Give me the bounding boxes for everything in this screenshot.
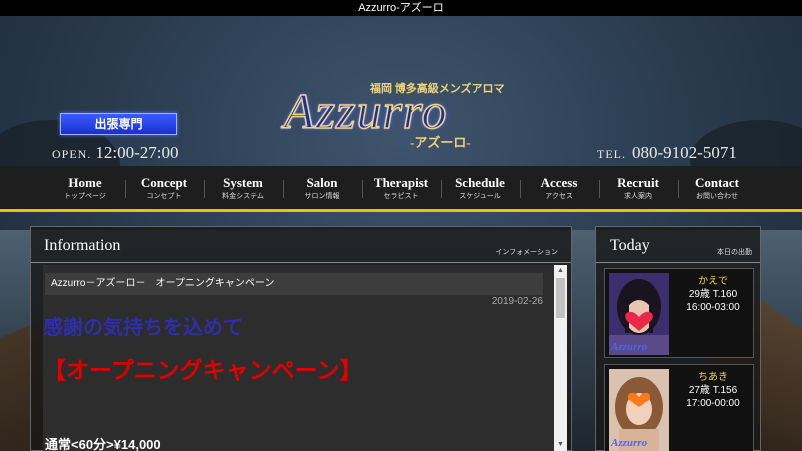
nav-sublabel: コンセプト <box>146 193 182 200</box>
nav-item-schedule[interactable]: Schedule スケジュール <box>440 166 520 209</box>
site-header: 出張専門 OPEN. 12:00-27:00 福岡 博多高級メンズアロマ Azzu… <box>0 16 802 166</box>
today-header: Today 本日の出勤 <box>596 227 760 263</box>
scroll-up-arrow-icon[interactable]: ▲ <box>554 265 567 277</box>
therapist-info: ちあき 27歳 T.156 17:00-00:00 <box>675 371 751 410</box>
vertical-scrollbar[interactable]: ▲ ▼ <box>554 265 567 451</box>
therapist-info: かえで 29歳 T.160 16:00-03:00 <box>675 275 751 314</box>
window-title: Azzurro-アズーロ <box>0 0 802 16</box>
information-scroll-area[interactable]: Azzurro－アズーロ－ オープニングキャンペーン 2019-02-26 感謝… <box>43 265 567 451</box>
nav-label: Home <box>68 175 102 190</box>
today-title: Today <box>610 237 650 254</box>
post-date: 2019-02-26 <box>491 296 543 307</box>
therapist-name: かえで <box>698 276 728 287</box>
phone-number[interactable]: TEL. 080-9102-5071 <box>597 143 737 163</box>
nav-label: Schedule <box>455 175 505 190</box>
therapist-photo[interactable]: Azzurro <box>609 369 669 451</box>
photo-watermark: Azzurro <box>611 341 648 353</box>
therapist-card[interactable]: Azzurro ちあき 27歳 T.156 17:00-00:00 <box>604 364 754 451</box>
open-hours-value: 12:00-27:00 <box>95 143 179 162</box>
nav-sublabel: 求人案内 <box>624 193 652 200</box>
nav-sublabel: セラピスト <box>383 193 419 200</box>
nav-sublabel: サロン情報 <box>304 193 340 200</box>
nav-label: Contact <box>694 175 740 190</box>
nav-item-recruit[interactable]: Recruit 求人案内 <box>598 166 678 209</box>
information-panel: Information インフォメーション Azzurro－アズーロ－ オープニ… <box>30 226 572 451</box>
nav-item-therapist[interactable]: Therapist セラピスト <box>361 166 441 209</box>
site-logo[interactable]: 福岡 博多高級メンズアロマ Azzurro -アズーロ- <box>280 64 520 164</box>
today-panel: Today 本日の出勤 Azzurro かえで 29歳 T.160 16:00-… <box>595 226 761 451</box>
opening-hours: OPEN. 12:00-27:00 <box>52 143 178 163</box>
nav-item-home[interactable]: Home トップページ <box>46 166 125 209</box>
therapist-card[interactable]: Azzurro かえで 29歳 T.160 16:00-03:00 <box>604 268 754 358</box>
nav-sublabel: アクセス <box>545 193 573 200</box>
nav-label: Salon <box>306 175 338 190</box>
therapist-name: ちあき <box>698 372 728 383</box>
nav-label: Access <box>540 175 578 190</box>
nav-sublabel: スケジュール <box>459 193 501 200</box>
nav-sublabel: 料金システム <box>222 193 264 200</box>
nav-item-system[interactable]: System 料金システム <box>203 166 283 209</box>
therapist-profile: 29歳 T.160 <box>688 289 738 300</box>
today-subtitle: 本日の出勤 <box>717 249 752 256</box>
therapist-time: 16:00-03:00 <box>686 302 740 313</box>
photo-watermark: Azzurro <box>611 437 648 449</box>
main-navigation: Home トップページ Concept コンセプト System 料金システム Sal… <box>0 166 802 212</box>
post-title[interactable]: Azzurro－アズーロ－ オープニングキャンペーン <box>45 273 543 295</box>
open-label: OPEN. <box>52 147 92 161</box>
nav-item-contact[interactable]: Contact お問い合わせ <box>677 166 757 209</box>
delivery-only-badge[interactable]: 出張専門 <box>60 113 177 135</box>
nav-item-access[interactable]: Access アクセス <box>519 166 599 209</box>
nav-sublabel: トップページ <box>64 193 106 200</box>
therapist-photo[interactable]: Azzurro <box>609 273 669 355</box>
nav-item-salon[interactable]: Salon サロン情報 <box>282 166 362 209</box>
tel-value: 080-9102-5071 <box>632 143 737 162</box>
information-subtitle: インフォメーション <box>495 249 558 256</box>
nav-label: Recruit <box>617 175 659 190</box>
logo-kana: -アズーロ- <box>410 135 471 150</box>
therapist-time: 17:00-00:00 <box>686 398 740 409</box>
tel-label: TEL. <box>597 147 626 161</box>
scroll-down-arrow-icon[interactable]: ▼ <box>554 439 567 451</box>
information-title: Information <box>44 237 121 254</box>
nav-sublabel: お問い合わせ <box>696 193 738 200</box>
nav-label: Therapist <box>373 175 429 190</box>
post-heading: 感謝の気持ちを込めて <box>43 317 243 339</box>
price-text: 通常<60分>¥14,000 <box>45 437 161 451</box>
nav-label: System <box>223 175 263 190</box>
campaign-heading: 【オープニングキャンペーン】 <box>43 357 363 383</box>
scrollbar-thumb[interactable] <box>556 278 565 318</box>
therapist-profile: 27歳 T.156 <box>688 385 738 396</box>
nav-label: Concept <box>140 175 188 190</box>
nav-item-concept[interactable]: Concept コンセプト <box>124 166 204 209</box>
information-header: Information インフォメーション <box>31 227 571 263</box>
